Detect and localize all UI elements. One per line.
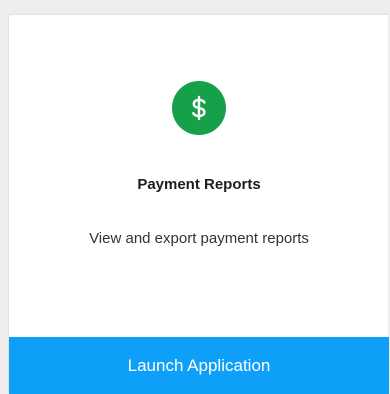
- card-description: View and export payment reports: [89, 230, 309, 247]
- card-title: Payment Reports: [137, 176, 261, 193]
- dollar-icon: [172, 81, 226, 135]
- launch-application-button[interactable]: Launch Application: [9, 337, 389, 394]
- app-card: Payment Reports View and export payment …: [8, 14, 389, 394]
- dollar-sign-glyph: [192, 95, 206, 121]
